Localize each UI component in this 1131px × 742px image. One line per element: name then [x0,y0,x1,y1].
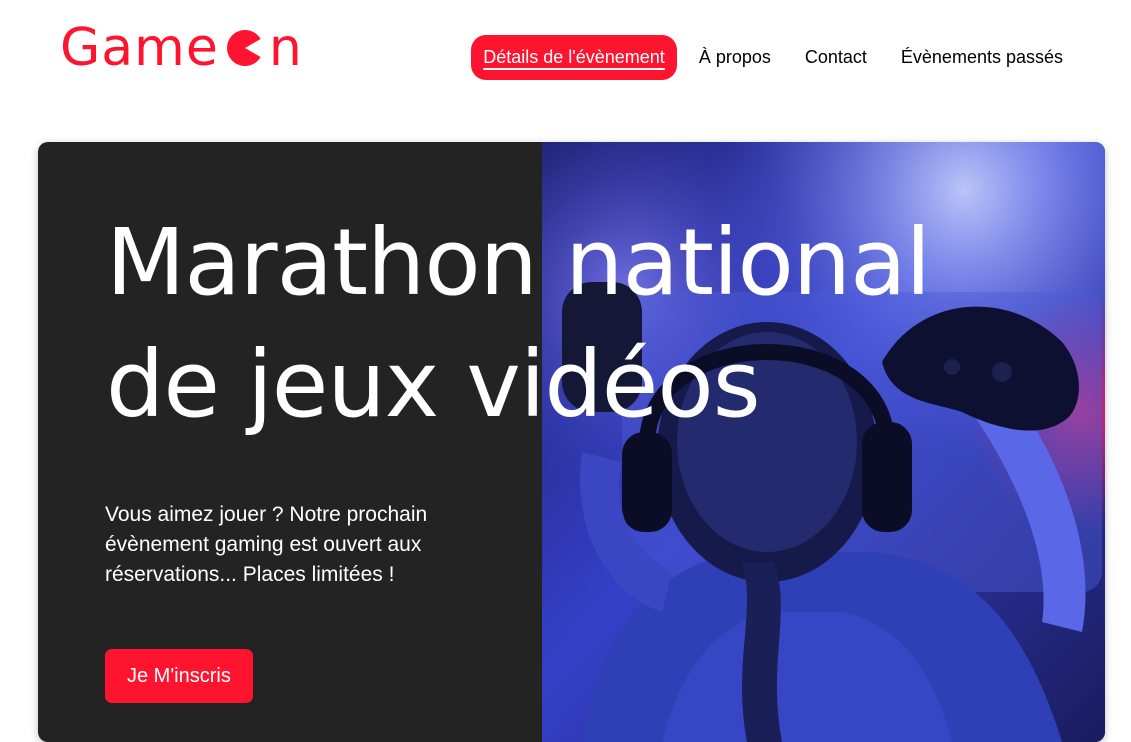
nav-event-details[interactable]: Détails de l'évènement [471,35,677,80]
nav-about[interactable]: À propos [687,35,783,80]
register-button[interactable]: Je M'inscris [105,649,253,703]
hero-section: Marathon national de jeux vidéos Vous ai… [38,142,1105,742]
hero-description: Vous aimez jouer ? Notre prochain évènem… [105,503,428,586]
nav-contact[interactable]: Contact [793,35,879,80]
nav-past-events[interactable]: Évènements passés [889,35,1075,80]
site-header: Game n Détails de l'évènement À propos C… [0,0,1131,110]
hero-title-line-2: de jeux vidéos [106,331,761,438]
pacman-icon [226,29,261,66]
gameon-logo[interactable]: Game n [60,18,303,78]
main-nav: Détails de l'évènement À propos Contact … [461,35,1075,80]
hero-title-line-1: Marathon national [106,209,931,316]
hero-title: Marathon national de jeux vidéos [106,202,1006,446]
logo-text-prefix: Game [60,18,219,78]
logo-text-suffix: n [268,18,303,78]
